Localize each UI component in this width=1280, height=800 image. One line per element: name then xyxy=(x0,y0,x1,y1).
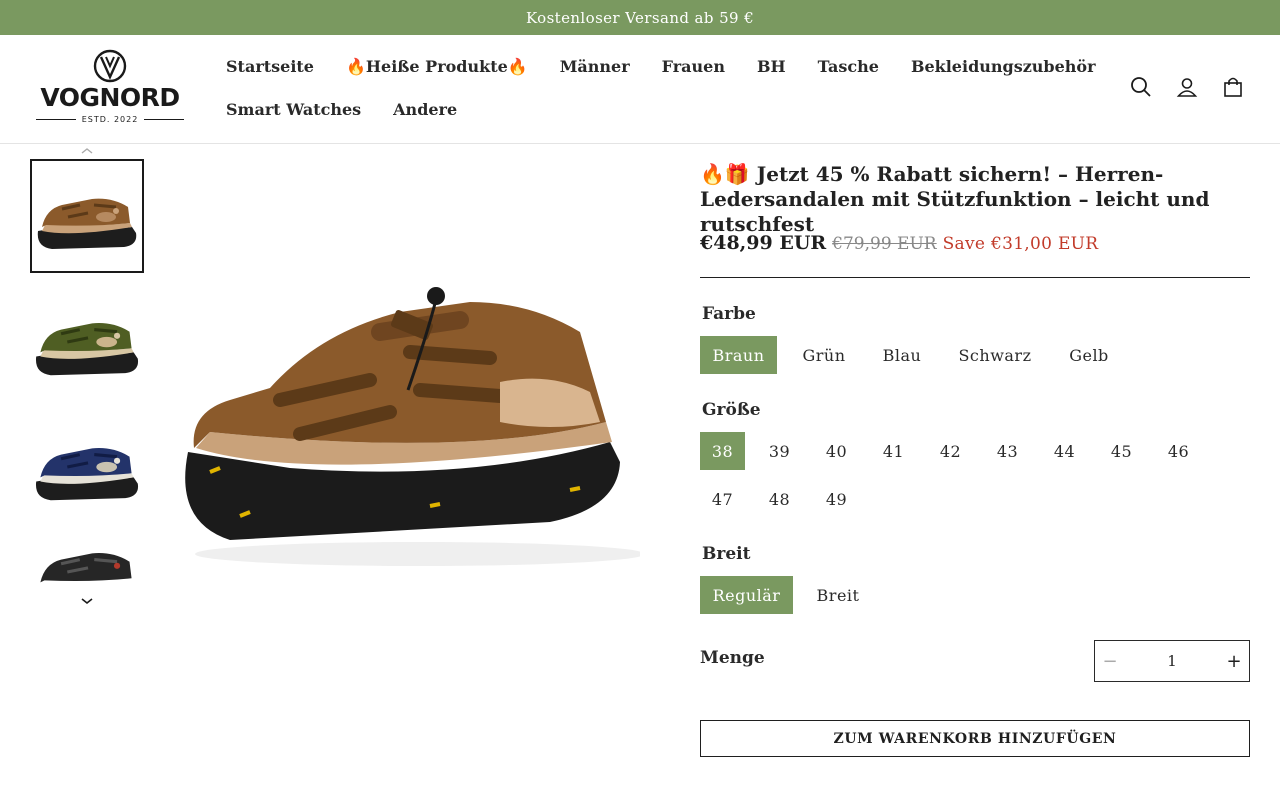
size-option-47[interactable]: 47 xyxy=(700,480,745,518)
size-option-39[interactable]: 39 xyxy=(757,432,802,470)
quantity-increase-button[interactable]: + xyxy=(1219,651,1249,672)
main-nav-row-2: Smart Watches Andere xyxy=(226,100,457,119)
search-icon[interactable] xyxy=(1130,76,1152,98)
nav-item-andere[interactable]: Andere xyxy=(393,100,457,119)
thumbnail-black[interactable] xyxy=(30,534,144,594)
chevron-up-icon[interactable] xyxy=(80,146,94,156)
width-option-regulaer[interactable]: Regulär xyxy=(700,576,793,614)
color-option-label: Farbe xyxy=(702,304,756,324)
add-to-cart-button[interactable]: ZUM WARENKORB HINZUFÜGEN xyxy=(700,720,1250,757)
size-option-46[interactable]: 46 xyxy=(1156,432,1201,470)
header-actions xyxy=(1130,76,1244,98)
quantity-value[interactable]: 1 xyxy=(1125,652,1219,670)
nav-item-tasche[interactable]: Tasche xyxy=(818,57,879,76)
size-option-49[interactable]: 49 xyxy=(814,480,859,518)
size-option-44[interactable]: 44 xyxy=(1042,432,1087,470)
color-option-blau[interactable]: Blau xyxy=(870,336,934,374)
sandal-green-thumb-icon xyxy=(35,323,139,376)
nav-item-bh[interactable]: BH xyxy=(757,57,786,76)
sandal-brown-thumb-icon xyxy=(37,198,137,249)
color-option-gruen[interactable]: Grün xyxy=(788,336,860,374)
nav-item-maenner[interactable]: Männer xyxy=(560,57,630,76)
tagline-rule-right xyxy=(144,119,184,120)
site-header: VOGNORD ESTD. 2022 Startseite 🔥Heiße Pro… xyxy=(0,35,1280,144)
size-option-label: Größe xyxy=(702,400,761,420)
savings-label: Save €31,00 EUR xyxy=(942,234,1099,254)
size-option-45[interactable]: 45 xyxy=(1099,432,1144,470)
price-divider xyxy=(700,277,1250,278)
size-option-48[interactable]: 48 xyxy=(757,480,802,518)
nav-item-smart-watches[interactable]: Smart Watches xyxy=(226,100,361,119)
brand-tagline: ESTD. 2022 xyxy=(81,115,139,124)
size-option-40[interactable]: 40 xyxy=(814,432,859,470)
nav-item-heisse-produkte[interactable]: 🔥Heiße Produkte🔥 xyxy=(346,57,528,76)
price-block: €48,99 EUR €79,99 EUR Save €31,00 EUR xyxy=(700,232,1098,254)
brand-name: VOGNORD xyxy=(40,83,180,112)
nav-item-bekleidungszubehoer[interactable]: Bekleidungszubehör xyxy=(911,57,1096,76)
width-option-breit[interactable]: Breit xyxy=(805,576,871,614)
quantity-label: Menge xyxy=(700,648,765,668)
size-option-41[interactable]: 41 xyxy=(871,432,916,470)
announcement-text: Kostenloser Versand ab 59 € xyxy=(525,8,755,27)
announcement-bar: Kostenloser Versand ab 59 € xyxy=(0,0,1280,35)
compare-price: €79,99 EUR xyxy=(832,234,937,254)
sandal-black-thumb-icon xyxy=(40,553,132,583)
size-option-42[interactable]: 42 xyxy=(928,432,973,470)
main-nav-row-1: Startseite 🔥Heiße Produkte🔥 Männer Fraue… xyxy=(226,57,1096,76)
account-icon[interactable] xyxy=(1176,76,1198,98)
thumbnail-blue[interactable] xyxy=(30,409,144,523)
nav-item-startseite[interactable]: Startseite xyxy=(226,57,314,76)
brand-tagline-row: ESTD. 2022 xyxy=(36,115,184,124)
size-option-38[interactable]: 38 xyxy=(700,432,745,470)
sale-price: €48,99 EUR xyxy=(700,232,827,254)
product-title: 🔥🎁 Jetzt 45 % Rabatt sichern! – Herren-L… xyxy=(700,162,1210,236)
quantity-decrease-button[interactable]: − xyxy=(1095,651,1125,672)
brand-logo[interactable]: VOGNORD ESTD. 2022 xyxy=(36,49,184,127)
sandal-blue-thumb-icon xyxy=(35,448,139,501)
product-main-image[interactable] xyxy=(170,272,640,572)
chevron-down-icon[interactable] xyxy=(80,596,94,606)
width-option-label: Breit xyxy=(702,544,751,564)
color-option-braun[interactable]: Braun xyxy=(700,336,777,374)
thumbnail-green[interactable] xyxy=(30,284,144,398)
size-option-43[interactable]: 43 xyxy=(985,432,1030,470)
nav-item-frauen[interactable]: Frauen xyxy=(662,57,725,76)
logo-mark-icon xyxy=(93,49,127,83)
tagline-rule-left xyxy=(36,119,76,120)
thumbnail-brown[interactable] xyxy=(30,159,144,273)
color-option-schwarz[interactable]: Schwarz xyxy=(946,336,1044,374)
color-option-gelb[interactable]: Gelb xyxy=(1056,336,1122,374)
cart-icon[interactable] xyxy=(1222,76,1244,98)
quantity-stepper: − 1 + xyxy=(1094,640,1250,682)
